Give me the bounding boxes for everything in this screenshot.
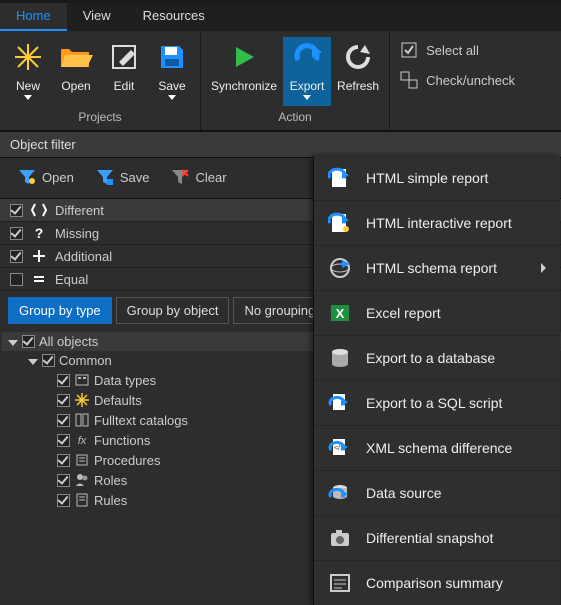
html-report-icon	[328, 166, 352, 190]
checkbox[interactable]	[10, 250, 23, 263]
additional-icon	[31, 248, 47, 264]
checkbox[interactable]	[10, 227, 23, 240]
refresh-button[interactable]: Refresh	[331, 37, 385, 106]
export-icon	[289, 39, 325, 75]
checkbox[interactable]	[57, 474, 70, 487]
chevron-right-icon	[541, 263, 546, 273]
edit-icon	[106, 39, 142, 75]
menu-html-schema[interactable]: HTML schema report	[314, 245, 560, 290]
checkbox[interactable]	[57, 394, 70, 407]
menu-xml-diff[interactable]: </> XML schema difference	[314, 425, 560, 470]
html-interactive-icon	[328, 211, 352, 235]
menu-html-interactive[interactable]: HTML interactive report	[314, 200, 560, 245]
equal-icon	[31, 271, 47, 287]
ribbon: New Open Edit Save	[0, 31, 561, 131]
html-schema-icon	[328, 256, 352, 280]
save-button[interactable]: Save	[148, 37, 196, 106]
synchronize-button[interactable]: Synchronize	[205, 37, 283, 106]
funnel-open-icon	[18, 168, 36, 186]
checkbox[interactable]	[57, 414, 70, 427]
expand-icon[interactable]	[8, 337, 18, 347]
play-icon	[226, 39, 262, 75]
database-icon	[328, 346, 352, 370]
checkbox[interactable]	[57, 374, 70, 387]
check-uncheck-button[interactable]: Check/uncheck	[400, 71, 515, 89]
edit-button[interactable]: Edit	[100, 37, 148, 106]
roles-icon	[74, 472, 90, 488]
data-source-icon	[328, 481, 352, 505]
checkbox[interactable]	[57, 454, 70, 467]
menu-export-sql[interactable]: Export to a SQL script	[314, 380, 560, 425]
export-button[interactable]: Export	[283, 37, 331, 106]
menu-data-source[interactable]: Data source	[314, 470, 560, 515]
main-tabs: Home View Resources	[0, 3, 561, 31]
new-icon	[10, 39, 46, 75]
fulltext-icon	[74, 412, 90, 428]
filter-open-button[interactable]: Open	[18, 168, 74, 186]
rules-icon	[74, 492, 90, 508]
defaults-icon	[74, 392, 90, 408]
procedures-icon	[74, 452, 90, 468]
check-uncheck-icon	[400, 71, 418, 89]
checkbox[interactable]	[22, 335, 35, 348]
tab-resources[interactable]: Resources	[127, 3, 221, 31]
checkbox[interactable]	[10, 273, 23, 286]
save-icon	[154, 39, 190, 75]
summary-icon	[328, 571, 352, 595]
menu-diff-snapshot[interactable]: Differential snapshot	[314, 515, 560, 560]
checkbox[interactable]	[42, 354, 55, 367]
refresh-icon	[340, 39, 376, 75]
menu-comparison-summary[interactable]: Comparison summary	[314, 560, 560, 605]
filter-clear-button[interactable]: Clear	[171, 168, 226, 186]
chevron-down-icon	[303, 95, 311, 100]
checkbox[interactable]	[10, 204, 23, 217]
folder-open-icon	[58, 39, 94, 75]
group-by-type-button[interactable]: Group by type	[8, 297, 112, 324]
ribbon-group-actions: Synchronize Export Refresh Action	[201, 31, 390, 130]
different-icon	[31, 202, 47, 218]
svg-text:fx: fx	[78, 435, 87, 447]
export-dropdown-menu: HTML simple report HTML interactive repo…	[313, 156, 560, 605]
tab-view[interactable]: View	[67, 3, 127, 31]
menu-html-simple[interactable]: HTML simple report	[314, 156, 560, 200]
excel-icon: X	[328, 301, 352, 325]
ribbon-group-label: Action	[201, 108, 389, 130]
tab-home[interactable]: Home	[0, 3, 67, 31]
menu-excel[interactable]: X Excel report	[314, 290, 560, 335]
open-button[interactable]: Open	[52, 37, 100, 106]
data-types-icon	[74, 372, 90, 388]
chevron-down-icon	[168, 95, 176, 100]
functions-icon: fx	[74, 432, 90, 448]
ribbon-group-label: Projects	[0, 108, 200, 130]
funnel-clear-icon	[171, 168, 189, 186]
sql-script-icon	[328, 391, 352, 415]
funnel-save-icon	[96, 168, 114, 186]
expand-icon[interactable]	[28, 356, 38, 366]
select-all-icon	[400, 41, 418, 59]
checkbox[interactable]	[57, 494, 70, 507]
camera-icon	[328, 526, 352, 550]
ribbon-group-projects: New Open Edit Save	[0, 31, 201, 130]
filter-save-button[interactable]: Save	[96, 168, 150, 186]
select-all-button[interactable]: Select all	[400, 41, 515, 59]
svg-text:X: X	[336, 306, 345, 321]
missing-icon: ?	[31, 225, 47, 241]
svg-text:?: ?	[35, 225, 44, 241]
object-filter-title: Object filter	[0, 131, 561, 158]
xml-diff-icon: </>	[328, 436, 352, 460]
group-by-object-button[interactable]: Group by object	[116, 297, 230, 324]
checkbox[interactable]	[57, 434, 70, 447]
chevron-down-icon	[24, 95, 32, 100]
menu-export-db[interactable]: Export to a database	[314, 335, 560, 380]
new-button[interactable]: New	[4, 37, 52, 106]
